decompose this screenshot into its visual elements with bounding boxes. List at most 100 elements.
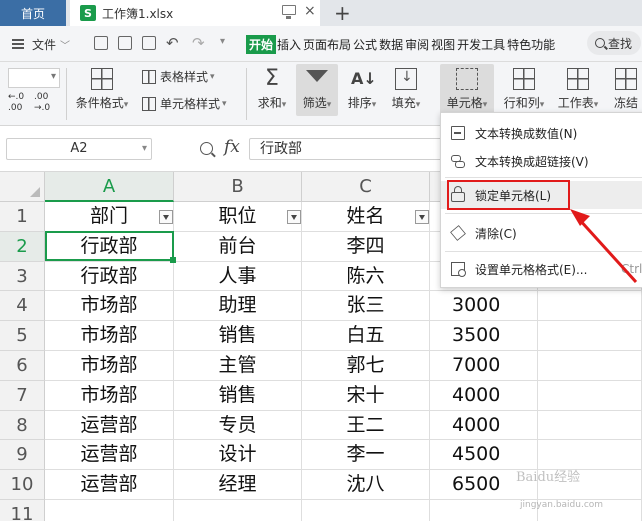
menu-item-format-cells[interactable]: 设置单元格格式(E)... Ctrl bbox=[441, 255, 642, 283]
row-header-6[interactable]: 6 bbox=[0, 351, 45, 381]
cell-c4[interactable]: 张三 bbox=[302, 291, 430, 322]
cell-b4[interactable]: 助理 bbox=[174, 291, 302, 322]
save-icon[interactable] bbox=[94, 36, 108, 50]
cell-d6[interactable]: 7000 bbox=[430, 351, 538, 381]
menu-item-text-to-hyperlink[interactable]: 文本转换成超链接(V) bbox=[441, 147, 642, 175]
customize-quick-access-icon[interactable]: ▾ bbox=[220, 36, 225, 47]
row-header-9[interactable]: 9 bbox=[0, 440, 45, 471]
cell-b9[interactable]: 设计 bbox=[174, 440, 302, 471]
tab-formulas[interactable]: 公式 bbox=[352, 36, 378, 53]
row-header-4[interactable]: 4 bbox=[0, 291, 45, 322]
row-header-7[interactable]: 7 bbox=[0, 380, 45, 411]
monitor-icon[interactable] bbox=[282, 5, 296, 19]
filter-button[interactable]: 筛选▾ bbox=[296, 64, 338, 116]
conditional-format-button[interactable]: 条件格式▾ bbox=[74, 68, 130, 111]
cell-a11[interactable] bbox=[45, 500, 174, 521]
tab-special-features[interactable]: 特色功能 bbox=[506, 36, 556, 53]
cell-b6[interactable]: 主管 bbox=[174, 351, 302, 381]
print-preview-icon[interactable] bbox=[142, 36, 156, 50]
row-header-1[interactable]: 1 bbox=[0, 202, 45, 232]
undo-icon[interactable]: ↶ bbox=[166, 34, 179, 52]
row-header-10[interactable]: 10 bbox=[0, 470, 45, 500]
cell-a9[interactable]: 运营部 bbox=[45, 440, 174, 471]
row-header-5[interactable]: 5 bbox=[0, 321, 45, 351]
search-button[interactable]: 查找 bbox=[587, 31, 641, 55]
cell-a8[interactable]: 运营部 bbox=[45, 410, 174, 441]
cell-a1[interactable]: 部门 bbox=[45, 202, 174, 232]
row-header-11[interactable]: 11 bbox=[0, 500, 45, 521]
cell-c2[interactable]: 李四 bbox=[302, 231, 430, 262]
cell-a7[interactable]: 市场部 bbox=[45, 380, 174, 411]
table-style-button[interactable]: 表格样式 ▾ bbox=[142, 68, 215, 85]
cell-c11[interactable] bbox=[302, 500, 430, 521]
cell-c6[interactable]: 郭七 bbox=[302, 351, 430, 381]
cell-blank[interactable] bbox=[538, 351, 642, 381]
tab-home[interactable]: 首页 bbox=[0, 0, 66, 26]
close-tab-icon[interactable]: × bbox=[304, 3, 316, 19]
cell-c8[interactable]: 王二 bbox=[302, 410, 430, 441]
cell-blank[interactable] bbox=[538, 410, 642, 441]
cell-b7[interactable]: 销售 bbox=[174, 380, 302, 411]
worksheet-button[interactable]: 工作表▾ bbox=[554, 68, 602, 111]
menu-item-text-to-number[interactable]: 文本转换成数值(N) bbox=[441, 119, 642, 147]
cell-a4[interactable]: 市场部 bbox=[45, 291, 174, 322]
column-header-c[interactable]: C bbox=[302, 172, 430, 202]
tab-insert[interactable]: 插入 bbox=[276, 36, 302, 53]
cell-b3[interactable]: 人事 bbox=[174, 261, 302, 292]
tab-data[interactable]: 数据 bbox=[378, 36, 404, 53]
cell-a10[interactable]: 运营部 bbox=[45, 470, 174, 500]
tab-start[interactable]: 开始 bbox=[246, 34, 277, 54]
column-header-a[interactable]: A bbox=[45, 172, 174, 202]
zoom-icon[interactable] bbox=[200, 142, 213, 155]
cell-d5[interactable]: 3500 bbox=[430, 321, 538, 351]
cell-b2[interactable]: 前台 bbox=[174, 231, 302, 262]
cell-style-button[interactable]: 单元格样式 ▾ bbox=[142, 95, 227, 112]
row-header-8[interactable]: 8 bbox=[0, 410, 45, 441]
cell-c9[interactable]: 李一 bbox=[302, 440, 430, 471]
cell-d4[interactable]: 3000 bbox=[430, 291, 538, 322]
tab-review[interactable]: 审阅 bbox=[404, 36, 430, 53]
sum-button[interactable]: Σ 求和▾ bbox=[252, 68, 292, 111]
cell-b5[interactable]: 销售 bbox=[174, 321, 302, 351]
cell-blank[interactable] bbox=[538, 321, 642, 351]
cell-b1[interactable]: 职位 bbox=[174, 202, 302, 232]
cell-a5[interactable]: 市场部 bbox=[45, 321, 174, 351]
cell-c10[interactable]: 沈八 bbox=[302, 470, 430, 500]
increase-decimal-button[interactable]: ←.0.00 bbox=[8, 92, 24, 114]
cell-d8[interactable]: 4000 bbox=[430, 410, 538, 441]
fill-button[interactable]: 填充▾ bbox=[386, 68, 426, 111]
tab-view[interactable]: 视图 bbox=[430, 36, 456, 53]
redo-icon[interactable]: ↷ bbox=[192, 34, 205, 52]
filter-dropdown-button[interactable] bbox=[287, 210, 301, 224]
filter-dropdown-button[interactable] bbox=[159, 210, 173, 224]
cell-b11[interactable] bbox=[174, 500, 302, 521]
cell-c7[interactable]: 宋十 bbox=[302, 380, 430, 411]
tab-developer[interactable]: 开发工具 bbox=[456, 36, 506, 53]
cell-b8[interactable]: 专员 bbox=[174, 410, 302, 441]
cell-d7[interactable]: 4000 bbox=[430, 380, 538, 411]
cell-c1[interactable]: 姓名 bbox=[302, 202, 430, 232]
filter-dropdown-button[interactable] bbox=[415, 210, 429, 224]
decrease-decimal-button[interactable]: .00 →.0 bbox=[34, 92, 50, 114]
column-header-b[interactable]: B bbox=[174, 172, 302, 202]
fx-icon[interactable]: fx bbox=[224, 137, 240, 157]
cell-c5[interactable]: 白五 bbox=[302, 321, 430, 351]
file-menu-button[interactable]: 文件 ﹀ bbox=[32, 36, 70, 53]
cell-a6[interactable]: 市场部 bbox=[45, 351, 174, 381]
cell-c3[interactable]: 陈六 bbox=[302, 261, 430, 292]
menu-item-clear[interactable]: 清除(C) bbox=[441, 219, 642, 247]
row-header-3[interactable]: 3 bbox=[0, 261, 45, 292]
row-col-button[interactable]: 行和列▾ bbox=[500, 68, 548, 111]
sort-button[interactable]: A↓ 排序▾ bbox=[342, 68, 382, 111]
cell-a3[interactable]: 行政部 bbox=[45, 261, 174, 292]
cell-b10[interactable]: 经理 bbox=[174, 470, 302, 500]
freeze-button[interactable]: 冻结 bbox=[610, 68, 642, 111]
name-box[interactable]: A2 bbox=[6, 138, 152, 160]
cell-blank[interactable] bbox=[538, 380, 642, 411]
cell-blank[interactable] bbox=[538, 291, 642, 322]
tab-page-layout[interactable]: 页面布局 bbox=[302, 36, 352, 53]
row-header-2[interactable]: 2 bbox=[0, 231, 45, 262]
tab-workbook[interactable]: S 工作簿1.xlsx × bbox=[70, 0, 320, 26]
number-format-select[interactable] bbox=[8, 68, 60, 88]
hamburger-icon[interactable] bbox=[12, 39, 24, 49]
